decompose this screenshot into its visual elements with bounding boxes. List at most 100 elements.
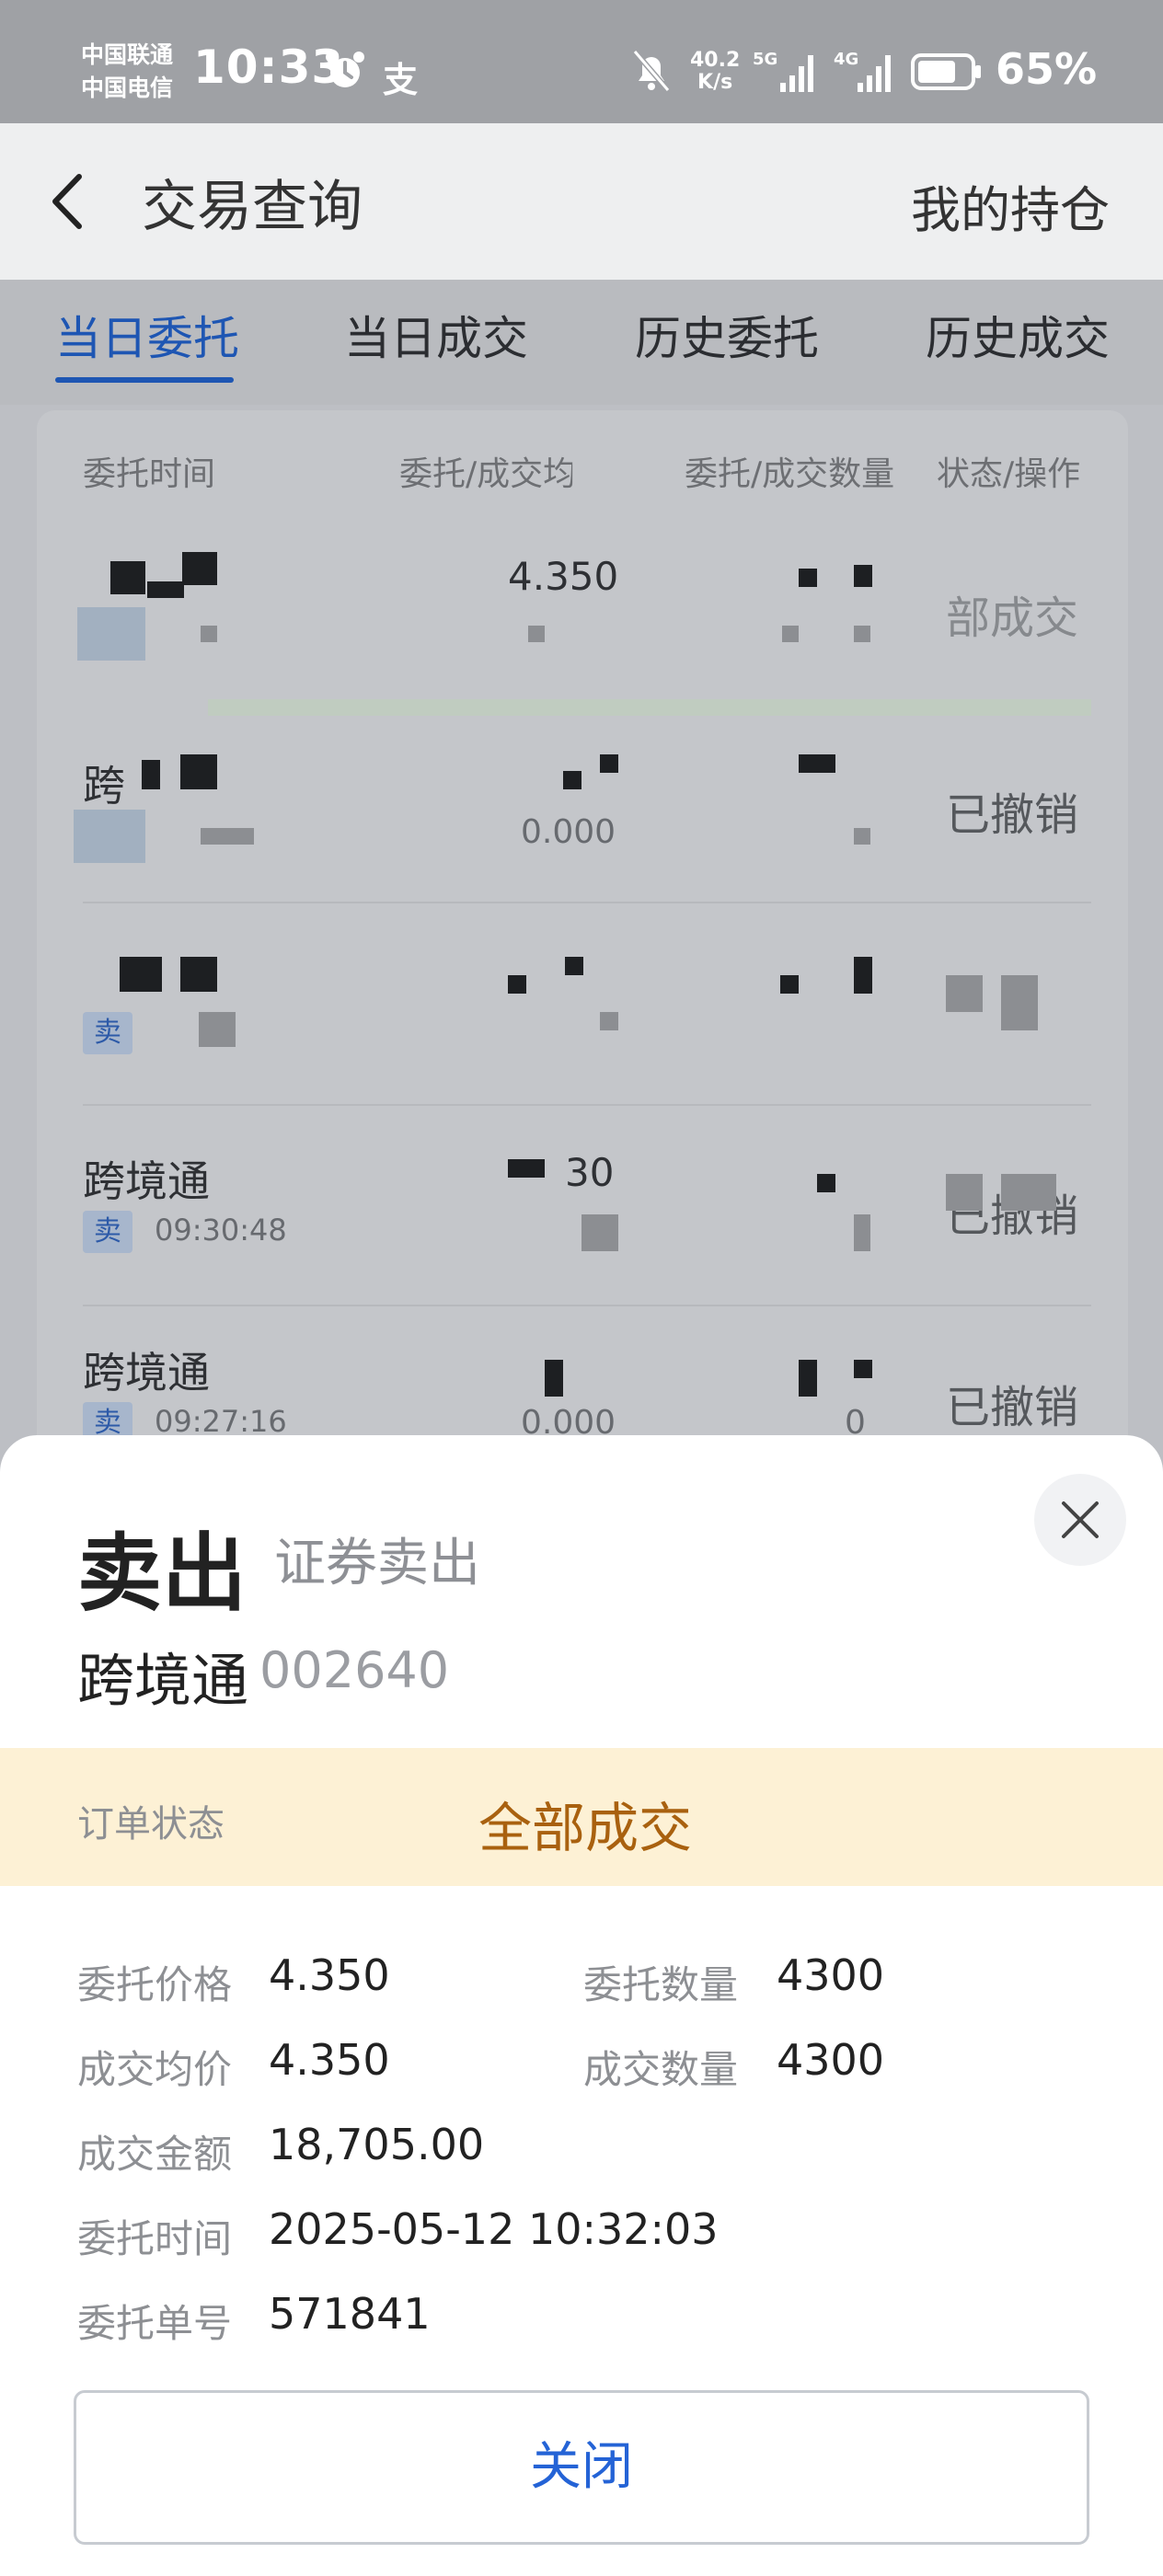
carrier-info: 中国联通 中国电信	[81, 39, 173, 105]
sheet-close-button[interactable]	[1034, 1474, 1126, 1566]
mosaic-block	[565, 957, 583, 975]
sheet-subtitle: 证券卖出	[274, 1534, 480, 1593]
mosaic-block	[799, 569, 817, 587]
network-speed: 40.2 K/s	[690, 50, 740, 94]
deal-qty-value: 4300	[777, 2035, 885, 2085]
alarm-icon	[326, 52, 364, 87]
mosaic-block	[528, 626, 545, 642]
signal-5g-label: 5G	[753, 50, 777, 69]
carrier-1: 中国联通	[81, 41, 174, 68]
row-price: 4.350	[508, 554, 619, 599]
signal-4g-label: 4G	[834, 50, 858, 69]
mosaic-block	[854, 1214, 870, 1251]
row-status: 已撤销	[946, 789, 1079, 841]
mosaic-block	[854, 957, 872, 994]
deal-amount-value: 18,705.00	[269, 2120, 485, 2169]
mosaic-block	[799, 1360, 817, 1397]
row-security-name: 跨	[83, 761, 125, 811]
carrier-2: 中国电信	[81, 75, 174, 101]
order-status-value: 全部成交	[478, 1797, 693, 1859]
row-highlight	[208, 699, 1091, 716]
mosaic-block	[142, 760, 160, 789]
row-deal-price: 0.000	[521, 813, 616, 851]
mosaic-block	[110, 561, 145, 594]
mosaic-block	[817, 1174, 835, 1192]
mosaic-block	[854, 626, 870, 642]
column-header-status: 状态/操作	[937, 455, 1081, 493]
column-header-qty: 委托/成交数量	[685, 455, 895, 493]
deal-qty-label: 成交数量	[583, 2047, 739, 2092]
close-icon	[1062, 1501, 1099, 1538]
mosaic-block	[946, 1174, 983, 1211]
mosaic-block	[854, 565, 872, 587]
row-divider	[83, 1104, 1091, 1106]
order-time-label: 委托时间	[77, 2216, 233, 2261]
stock-name: 跨境通	[77, 1647, 249, 1714]
mosaic-block	[201, 828, 254, 845]
mosaic-block	[199, 1012, 236, 1047]
tab-today-orders[interactable]: 当日委托	[55, 302, 239, 368]
deal-amount-label: 成交金额	[77, 2132, 233, 2177]
mosaic-block	[180, 957, 217, 992]
side-badge: 卖	[83, 1012, 132, 1054]
tab-history-orders[interactable]: 历史委托	[635, 302, 819, 368]
row-security-name: 跨境通	[83, 1156, 210, 1206]
order-qty-value: 4300	[777, 1950, 885, 2000]
row-divider	[83, 902, 1091, 903]
mosaic-block	[180, 754, 217, 789]
row-price: 30	[565, 1150, 615, 1195]
mosaic-block	[120, 957, 162, 992]
battery-percent: 65%	[996, 44, 1098, 94]
active-tab-indicator	[55, 377, 234, 383]
mosaic-block	[600, 754, 618, 773]
stock-code: 002640	[259, 1641, 450, 1699]
mosaic-block	[854, 1360, 872, 1378]
mosaic-block	[1001, 1174, 1056, 1211]
network-speed-unit: K/s	[697, 71, 733, 94]
mosaic-block	[600, 1012, 618, 1030]
my-holdings-link[interactable]: 我的持仓	[911, 169, 1110, 242]
side-badge: 卖	[83, 1211, 132, 1253]
column-header-time: 委托时间	[83, 455, 216, 493]
order-price-value: 4.350	[269, 1950, 390, 2000]
mosaic-block	[1001, 975, 1038, 1030]
order-time-value: 2025-05-12 10:32:03	[269, 2204, 719, 2254]
order-qty-label: 委托数量	[583, 1962, 739, 2007]
mute-bell-icon	[632, 50, 671, 92]
mosaic-block	[854, 828, 870, 845]
tab-today-deals[interactable]: 当日成交	[344, 302, 528, 368]
row-order-time: 09:27:16	[155, 1404, 287, 1439]
order-price-label: 委托价格	[77, 1962, 233, 2007]
signal-4g-icon: 4G	[834, 50, 891, 92]
mosaic-block	[147, 581, 184, 598]
mosaic-block	[77, 607, 145, 661]
mosaic-block	[508, 1159, 545, 1178]
network-speed-value: 40.2	[690, 49, 741, 72]
mosaic-block	[508, 975, 526, 994]
tab-history-deals[interactable]: 历史成交	[926, 302, 1110, 368]
order-number-label: 委托单号	[77, 2301, 233, 2346]
page-title: 交易查询	[142, 175, 363, 239]
row-status: 已撤销	[946, 1382, 1079, 1433]
pay-icon: 支	[383, 60, 419, 100]
mosaic-block	[780, 975, 799, 994]
mosaic-block	[182, 552, 217, 585]
sheet-title: 卖出	[77, 1524, 248, 1623]
row-divider	[83, 1305, 1091, 1306]
avg-price-label: 成交均价	[77, 2047, 233, 2092]
signal-5g-icon: 5G	[753, 50, 813, 92]
battery-icon	[911, 53, 981, 90]
order-status-label: 订单状态	[77, 1803, 225, 1846]
back-arrow-icon[interactable]	[46, 171, 88, 232]
mosaic-block	[582, 1214, 618, 1251]
row-status: 部成交	[946, 592, 1079, 644]
status-time: 10:33	[193, 40, 345, 94]
mosaic-block	[563, 771, 582, 789]
mosaic-block	[799, 754, 835, 773]
mosaic-block	[782, 626, 799, 642]
order-number-value: 571841	[269, 2289, 431, 2339]
status-bar: 中国联通 中国电信 10:33 支 40.2 K/s 5G 4G 65%	[0, 0, 1163, 123]
close-button[interactable]: 关闭	[74, 2390, 1089, 2545]
avg-price-value: 4.350	[269, 2035, 390, 2085]
row-security-name: 跨境通	[83, 1348, 210, 1397]
